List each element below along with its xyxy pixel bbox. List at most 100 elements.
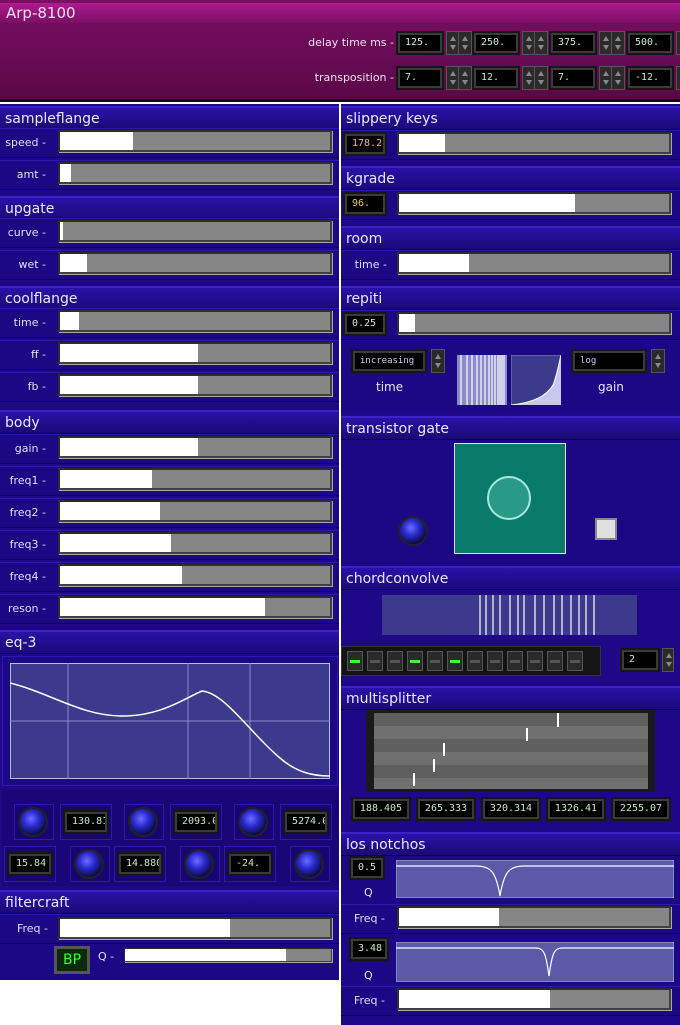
led-indicator xyxy=(390,660,400,663)
notch1-curve[interactable] xyxy=(396,860,674,898)
eq3-curve-display[interactable] xyxy=(10,663,330,779)
eq3-knob[interactable] xyxy=(296,851,322,877)
transposition-box[interactable]: 7. xyxy=(551,68,595,88)
notch2-curve[interactable] xyxy=(396,942,674,982)
body-slider[interactable] xyxy=(58,500,332,522)
multisplitter-value[interactable]: 188.405 xyxy=(353,799,409,819)
notch1-q-value[interactable]: 0.5 xyxy=(351,858,383,878)
body-slider[interactable] xyxy=(58,596,332,618)
chord-led-off[interactable] xyxy=(507,651,523,671)
upgate-slider[interactable] xyxy=(58,220,332,242)
body-slider[interactable] xyxy=(58,468,332,490)
transistor-gate-knob[interactable] xyxy=(400,518,426,544)
kgrade-value[interactable]: 96. xyxy=(345,194,385,214)
filtercraft-q-slider[interactable] xyxy=(124,948,332,962)
body-slider[interactable] xyxy=(58,532,332,554)
eq3-knob[interactable] xyxy=(20,809,46,835)
led-indicator xyxy=(470,660,480,663)
chord-led-off[interactable] xyxy=(467,651,483,671)
eq3-gain-value[interactable]: -24. xyxy=(229,854,271,874)
multisplitter-display[interactable] xyxy=(366,710,655,792)
transposition-box[interactable]: -12. xyxy=(628,68,672,88)
delay-time-box[interactable]: 500. xyxy=(628,33,672,53)
stepper-arrows[interactable] xyxy=(676,31,680,55)
chord-led-off[interactable] xyxy=(527,651,543,671)
eq3-gain-value[interactable]: 14.880 xyxy=(119,854,161,874)
multisplitter-value[interactable]: 320.314 xyxy=(483,799,539,819)
transposition-box[interactable]: 7. xyxy=(398,68,442,88)
transistor-gate-handle[interactable] xyxy=(487,476,531,520)
delay-time-box[interactable]: 125. xyxy=(398,33,442,53)
chord-led-off[interactable] xyxy=(367,651,383,671)
notch2-freq-slider[interactable] xyxy=(397,988,671,1010)
multisplitter-value[interactable]: 265.333 xyxy=(418,799,474,819)
stepper-arrows[interactable] xyxy=(611,66,625,90)
stepper-arrows[interactable] xyxy=(534,66,548,90)
repiti-time-pattern[interactable] xyxy=(457,355,507,405)
eq3-knob[interactable] xyxy=(76,851,102,877)
body-slider[interactable] xyxy=(58,436,332,458)
repiti-gain-curve[interactable] xyxy=(511,355,561,405)
chord-led-off[interactable] xyxy=(487,651,503,671)
chordconvolve-count-spinner[interactable] xyxy=(662,648,674,672)
chord-led-off[interactable] xyxy=(547,651,563,671)
repiti-gain-spinner[interactable] xyxy=(651,349,665,373)
coolflange-slider[interactable] xyxy=(58,374,332,396)
eq3-freq-value[interactable]: 130.81 xyxy=(65,812,107,832)
repiti-slider[interactable] xyxy=(397,312,671,334)
eq3-knob[interactable] xyxy=(240,809,266,835)
filter-mode-button[interactable]: BP xyxy=(54,946,90,974)
slider-fill xyxy=(60,164,71,182)
kgrade-title: kgrade xyxy=(341,166,680,190)
stepper-arrows[interactable] xyxy=(458,31,472,55)
slippery-keys-slider[interactable] xyxy=(397,132,671,154)
sampleflange-slider[interactable] xyxy=(58,130,332,152)
kgrade-slider[interactable] xyxy=(397,192,671,214)
eq3-knob[interactable] xyxy=(186,851,212,877)
chord-led-off[interactable] xyxy=(427,651,443,671)
slider-fill xyxy=(399,990,551,1008)
repiti-value[interactable]: 0.25 xyxy=(345,314,385,334)
repiti-time-mode[interactable]: increasing xyxy=(353,351,425,371)
eq3-gain-value[interactable]: 15.84 xyxy=(9,854,51,874)
delay-time-box[interactable]: 250. xyxy=(474,33,518,53)
chordconvolve-count[interactable]: 2 xyxy=(622,650,658,670)
transistor-gate-title: transistor gate xyxy=(341,416,680,440)
stepper-arrows[interactable] xyxy=(458,66,472,90)
multisplitter-value[interactable]: 1326.41 xyxy=(548,799,604,819)
multisplitter-value[interactable]: 2255.07 xyxy=(613,799,669,819)
chord-led-off[interactable] xyxy=(387,651,403,671)
slippery-keys-value[interactable]: 178.21 xyxy=(345,134,385,154)
notch2-q-value[interactable]: 3.48 xyxy=(351,939,387,959)
repiti-title: repiti xyxy=(341,286,680,310)
coolflange-slider[interactable] xyxy=(58,342,332,364)
stepper-arrows[interactable] xyxy=(611,31,625,55)
chord-led-on[interactable] xyxy=(407,651,423,671)
slider-fill xyxy=(60,132,133,150)
delay-time-box[interactable]: 375. xyxy=(551,33,595,53)
slider-fill xyxy=(60,598,266,616)
eq3-knob[interactable] xyxy=(130,809,156,835)
chordconvolve-display[interactable] xyxy=(382,595,637,635)
chord-led-off[interactable] xyxy=(567,651,583,671)
notch1-freq-slider[interactable] xyxy=(397,906,671,928)
sampleflange-slider[interactable] xyxy=(58,162,332,184)
room-time-slider[interactable] xyxy=(397,252,671,274)
upgate-slider[interactable] xyxy=(58,252,332,274)
repiti-gain-mode[interactable]: log xyxy=(573,351,645,371)
transistor-gate-toggle[interactable] xyxy=(595,518,617,540)
eq3-freq-value[interactable]: 5274.0 xyxy=(285,812,327,832)
filtercraft-freq-slider[interactable] xyxy=(58,917,332,939)
room-time-label: time - xyxy=(354,258,387,271)
chord-led-on[interactable] xyxy=(447,651,463,671)
transposition-box[interactable]: 12. xyxy=(474,68,518,88)
body-slider[interactable] xyxy=(58,564,332,586)
stepper-arrows[interactable] xyxy=(534,31,548,55)
stepper-arrows[interactable] xyxy=(676,66,680,90)
chord-led-on[interactable] xyxy=(347,651,363,671)
sampleflange-title: sampleflange xyxy=(0,106,339,130)
coolflange-slider[interactable] xyxy=(58,310,332,332)
eq3-freq-value[interactable]: 2093.0 xyxy=(175,812,217,832)
repiti-time-spinner[interactable] xyxy=(431,349,445,373)
los-notchos-title: los notchos xyxy=(341,832,680,856)
